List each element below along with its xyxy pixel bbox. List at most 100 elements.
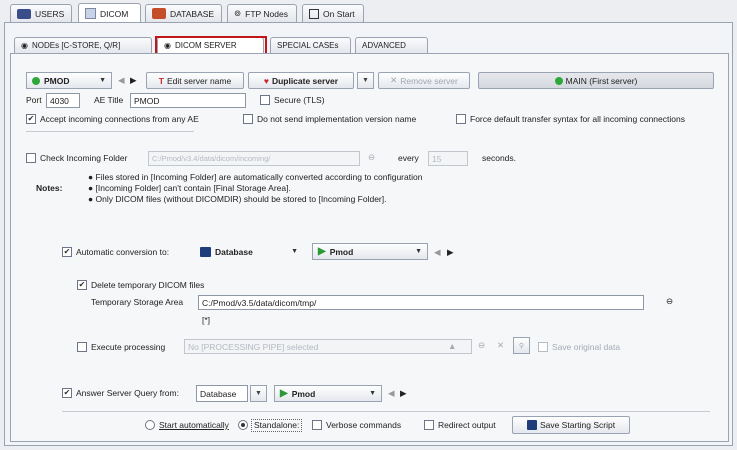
answer-db-select[interactable]: ▶ Pmod ▼ xyxy=(274,385,382,402)
tab-nodes-label: NODEs [C-STORE, Q/R] xyxy=(31,41,121,50)
next-icon[interactable]: ▶ xyxy=(400,388,407,399)
chevron-down-icon: ▼ xyxy=(415,248,422,255)
seconds-label: seconds. xyxy=(482,153,517,163)
start-auto-radio[interactable] xyxy=(145,420,155,430)
tab-nodes[interactable]: ◉ NODEs [C-STORE, Q/R] xyxy=(14,37,152,53)
redirect-output-label: Redirect output xyxy=(438,420,496,430)
port-label: Port xyxy=(26,95,42,105)
force-transfer-syntax-checkbox[interactable] xyxy=(456,114,466,124)
start-auto-text: Start automatically xyxy=(159,420,229,430)
chevron-down-icon: ▼ xyxy=(369,390,376,397)
incoming-folder-input[interactable]: C:/Pmod/v3.4/data/dicom/incoming/ xyxy=(148,151,360,166)
port-value: 4030 xyxy=(50,95,69,106)
remove-server-button[interactable]: ✕ Remove server xyxy=(378,72,470,89)
check-incoming-checkbox[interactable] xyxy=(26,153,36,163)
save-starting-script-label: Save Starting Script xyxy=(539,420,616,430)
save-starting-script-button[interactable]: Save Starting Script xyxy=(512,416,630,434)
duplicate-icon: ♥ xyxy=(263,75,269,86)
answer-source-select[interactable]: Database xyxy=(196,385,248,402)
accept-any-ae-checkbox[interactable]: ✔ xyxy=(26,114,36,124)
processing-pipe-input[interactable]: No [PROCESSING PIPE] selected xyxy=(184,339,472,354)
remove-server-label: Remove server xyxy=(400,75,458,86)
answer-query-checkbox[interactable]: ✔ xyxy=(62,388,72,398)
note-item: ● [Incoming Folder] can't contain [Final… xyxy=(88,183,291,193)
next-icon[interactable]: ▶ xyxy=(130,75,137,86)
next-icon[interactable]: ▶ xyxy=(447,247,454,258)
no-impl-version-checkbox[interactable] xyxy=(243,114,253,124)
note-text: Files stored in [Incoming Folder] are au… xyxy=(95,172,423,182)
every-input[interactable]: 15 xyxy=(428,151,468,166)
verbose-checkbox[interactable] xyxy=(312,420,322,430)
browse-icon[interactable]: ⊖ xyxy=(478,340,485,351)
duplicate-menu-button[interactable]: ▼ xyxy=(357,72,374,89)
tab-special-label: SPECIAL CASEs xyxy=(277,41,339,50)
tab-database[interactable]: DATABASE xyxy=(145,4,222,22)
default-marker: [*] xyxy=(202,315,211,325)
status-green-icon xyxy=(32,76,40,85)
tab-dicom[interactable]: DICOM xyxy=(78,3,141,23)
auto-conversion-checkbox[interactable]: ✔ xyxy=(62,247,72,257)
conversion-target-select[interactable]: Database ▼ xyxy=(194,243,304,260)
dicom-icon xyxy=(85,8,96,19)
duplicate-server-button[interactable]: ♥ Duplicate server xyxy=(248,72,354,89)
database-icon xyxy=(152,8,166,19)
no-impl-version-label: Do not send implementation version name xyxy=(257,114,417,124)
every-value: 15 xyxy=(432,153,442,164)
tab-ftp-nodes[interactable]: ⊚ FTP Nodes xyxy=(227,4,297,22)
prev-icon[interactable]: ◀ xyxy=(118,75,125,86)
browse-icon[interactable]: ⊖ xyxy=(666,296,673,307)
answer-db-value: Pmod xyxy=(291,388,316,399)
port-input[interactable]: 4030 xyxy=(46,93,80,108)
tab-dicom-label: DICOM xyxy=(100,8,129,19)
prev-icon[interactable]: ◀ xyxy=(388,388,395,399)
play-icon: ▶ xyxy=(318,246,326,257)
clear-icon[interactable]: ✕ xyxy=(497,340,504,351)
chevron-up-icon[interactable]: ▲ xyxy=(448,341,456,352)
search-icon: ⚲ xyxy=(518,342,525,350)
tab-on-start[interactable]: On Start xyxy=(302,4,364,22)
duplicate-server-label: Duplicate server xyxy=(271,75,339,86)
prev-icon[interactable]: ◀ xyxy=(434,247,441,258)
verbose-label: Verbose commands xyxy=(326,420,402,430)
conversion-db-select[interactable]: ▶ Pmod ▼ xyxy=(312,243,428,260)
answer-source-value: Database xyxy=(200,388,237,399)
redirect-output-checkbox[interactable] xyxy=(424,420,434,430)
browse-icon[interactable]: ⊖ xyxy=(368,152,375,163)
radio-dot-icon: ◉ xyxy=(164,41,171,50)
status-green-icon xyxy=(554,76,563,85)
delete-temp-checkbox[interactable]: ✔ xyxy=(77,280,87,290)
note-text: [Incoming Folder] can't contain [Final S… xyxy=(95,183,291,193)
standalone-label: Standalone: xyxy=(251,419,303,432)
note-item: ● Files stored in [Incoming Folder] are … xyxy=(88,172,423,182)
tab-advanced[interactable]: ADVANCED xyxy=(355,37,428,53)
start-auto-label: Start automatically xyxy=(159,420,229,431)
tab-ftp-label: FTP Nodes xyxy=(245,8,288,19)
text-icon: T xyxy=(158,75,164,86)
secure-tls-checkbox[interactable] xyxy=(260,95,270,105)
edit-server-name-label: Edit server name xyxy=(166,75,232,86)
standalone-radio[interactable] xyxy=(238,420,248,430)
tab-advanced-label: ADVANCED xyxy=(362,41,406,50)
radio-dot-icon: ◉ xyxy=(21,41,28,50)
search-button[interactable]: ⚲ xyxy=(513,337,530,354)
temp-storage-input[interactable]: C:/Pmod/v3.5/data/dicom/tmp/ xyxy=(198,295,644,310)
tab-users-label: USERS xyxy=(35,8,65,19)
secure-tls-label: Secure (TLS) xyxy=(274,95,325,105)
tab-users[interactable]: USERS xyxy=(10,4,72,22)
tab-on-start-label: On Start xyxy=(323,8,355,19)
execute-processing-label: Execute processing xyxy=(91,342,166,352)
processing-pipe-value: No [PROCESSING PIPE] selected xyxy=(188,341,319,352)
tab-dicom-server[interactable]: ◉ DICOM SERVER xyxy=(157,37,264,53)
ae-title-input[interactable]: PMOD xyxy=(130,93,246,108)
chevron-down-icon: ▼ xyxy=(291,248,298,255)
answer-source-dropdown[interactable]: ▼ xyxy=(250,385,267,402)
delete-temp-label: Delete temporary DICOM files xyxy=(91,280,205,290)
execute-processing-checkbox[interactable] xyxy=(77,342,87,352)
temp-storage-value: C:/Pmod/v3.5/data/dicom/tmp/ xyxy=(202,297,317,308)
edit-server-name-button[interactable]: T Edit server name xyxy=(146,72,244,89)
server-select-value: PMOD xyxy=(44,75,70,86)
tab-special-cases[interactable]: SPECIAL CASEs xyxy=(270,37,351,53)
note-text: Only DICOM files (without DICOMDIR) shou… xyxy=(95,194,387,204)
save-original-checkbox[interactable] xyxy=(538,342,548,352)
server-select[interactable]: PMOD ▼ xyxy=(26,72,112,89)
